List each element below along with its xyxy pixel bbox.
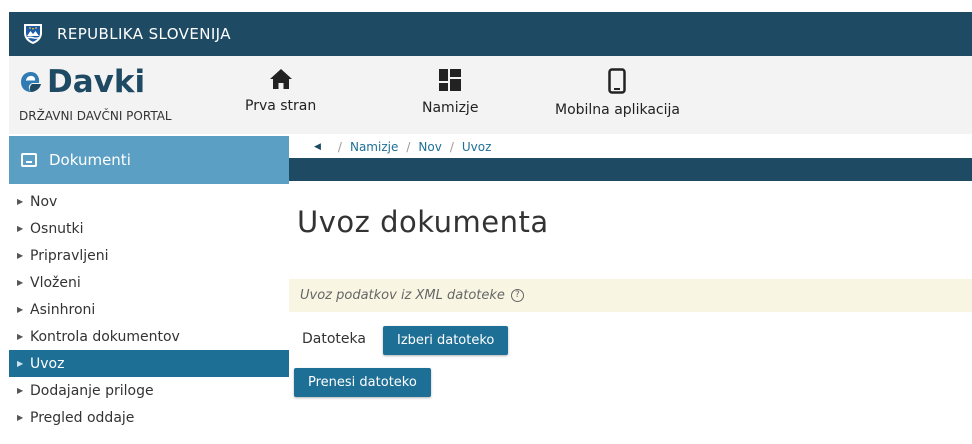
brand-name: Davki [47, 64, 146, 100]
dashboard-icon [439, 69, 462, 91]
sidebar-item-label: Dodajanje priloge [30, 382, 154, 399]
caret-right-icon: ▶ [17, 359, 24, 368]
sidebar-item-nov[interactable]: ▶ Nov [9, 188, 289, 215]
breadcrumb-separator: / [449, 140, 454, 154]
nav-home-label: Prva stran [245, 98, 317, 114]
e-logo-icon [21, 72, 41, 92]
sidebar-item-pripravljeni[interactable]: ▶ Pripravljeni [9, 242, 289, 269]
breadcrumb-separator: / [406, 140, 411, 154]
file-label: Datoteka [302, 331, 366, 347]
sidebar-item-label: Vloženi [30, 274, 81, 291]
sidebar: Dokumenti ▶ Nov ▶ Osnutki ▶ Pripravljeni ▶ V… [9, 136, 289, 444]
sidebar-item-label: Pregled oddaje [30, 409, 135, 426]
site-header: Davki DRŽAVNI DAVČNI PORTAL Prva stran N… [9, 56, 972, 134]
upload-file-button[interactable]: Prenesi datoteko [294, 368, 431, 397]
sidebar-item-pregled-oddaje[interactable]: ▶ Pregled oddaje [9, 404, 289, 431]
government-title: REPUBLIKA SLOVENIJA [57, 25, 231, 43]
caret-right-icon: ▶ [17, 386, 24, 395]
caret-right-icon: ▶ [17, 305, 24, 314]
sidebar-item-dodajanje-priloge[interactable]: ▶ Dodajanje priloge [9, 377, 289, 404]
caret-right-icon: ▶ [17, 197, 24, 206]
sidebar-menu: ▶ Nov ▶ Osnutki ▶ Pripravljeni ▶ Vloženi ▶ As… [9, 188, 289, 431]
choose-file-button[interactable]: Izberi datoteko [383, 326, 509, 355]
portal-subtitle: DRŽAVNI DAVČNI PORTAL [19, 109, 172, 123]
import-info-banner: Uvoz podatkov iz XML datoteke ? [289, 279, 972, 312]
page-title: Uvoz dokumenta [297, 205, 549, 239]
sidebar-title: Dokumenti [49, 151, 131, 169]
nav-home[interactable]: Prva stran [245, 68, 316, 114]
sidebar-item-label: Asinhroni [30, 301, 96, 318]
nav-dashboard[interactable]: Namizje [422, 68, 478, 116]
government-bar: REPUBLIKA SLOVENIJA [9, 12, 972, 56]
mobile-phone-icon [608, 68, 627, 94]
nav-dashboard-label: Namizje [422, 100, 479, 116]
edavki-logo[interactable]: Davki DRŽAVNI DAVČNI PORTAL [19, 64, 172, 123]
slovenia-coat-of-arms-icon [24, 24, 42, 44]
sidebar-item-uvoz[interactable]: ▶ Uvoz [9, 350, 289, 377]
caret-right-icon: ▶ [17, 251, 24, 260]
sidebar-item-asinhroni[interactable]: ▶ Asinhroni [9, 296, 289, 323]
caret-right-icon: ▶ [17, 332, 24, 341]
content-header-bar [289, 158, 972, 181]
sidebar-item-label: Nov [30, 193, 58, 210]
nav-mobile-label: Mobilna aplikacija [555, 102, 680, 118]
breadcrumb-nov[interactable]: Nov [418, 140, 441, 154]
breadcrumb-uvoz[interactable]: Uvoz [462, 140, 492, 154]
nav-mobile-app[interactable]: Mobilna aplikacija [555, 68, 680, 118]
sidebar-header-documents[interactable]: Dokumenti [9, 136, 289, 184]
sidebar-item-label: Kontrola dokumentov [30, 328, 180, 345]
back-arrow-icon[interactable]: ◀ [314, 142, 321, 152]
breadcrumb: ◀ / Namizje / Nov / Uvoz [289, 136, 972, 158]
breadcrumb-separator: / [337, 140, 342, 154]
caret-right-icon: ▶ [17, 224, 24, 233]
sidebar-item-label: Pripravljeni [30, 247, 109, 264]
help-icon[interactable]: ? [510, 289, 524, 302]
caret-right-icon: ▶ [17, 278, 24, 287]
sidebar-item-osnutki[interactable]: ▶ Osnutki [9, 215, 289, 242]
sidebar-item-label: Osnutki [30, 220, 84, 237]
home-icon [269, 69, 292, 89]
sidebar-item-label: Uvoz [30, 355, 65, 372]
sidebar-item-vlozeni[interactable]: ▶ Vloženi [9, 269, 289, 296]
import-info-text: Uvoz podatkov iz XML datoteke [300, 288, 505, 303]
sidebar-item-kontrola-dokumentov[interactable]: ▶ Kontrola dokumentov [9, 323, 289, 350]
breadcrumb-namizje[interactable]: Namizje [350, 140, 398, 154]
caret-right-icon: ▶ [17, 413, 24, 422]
document-icon [21, 153, 37, 167]
